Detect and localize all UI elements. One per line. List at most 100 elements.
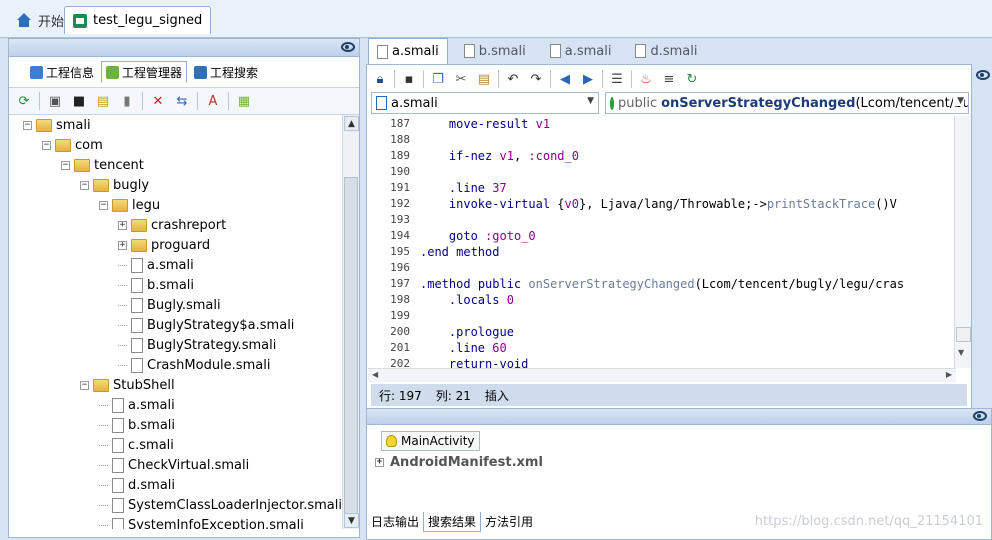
output-panel: MainActivity + AndroidManifest.xml 日志输出 … [366, 408, 992, 540]
collapse-icon[interactable]: − [42, 140, 51, 150]
collapse-icon[interactable]: − [23, 120, 32, 130]
tree-file[interactable]: BuglyStrategy$a.smali [118, 315, 294, 335]
tree-node-label: StubShell [113, 377, 175, 393]
expand-icon[interactable]: + [118, 220, 127, 230]
lock-icon[interactable]: 🔒︎ [371, 70, 389, 88]
tab-start[interactable]: 开始 [8, 6, 72, 34]
tree-file[interactable]: BuglyStrategy.smali [118, 335, 276, 355]
bookmark-icon[interactable]: ▮ [118, 92, 136, 110]
tree-folder[interactable]: + crashreport [118, 215, 226, 235]
copy-icon[interactable]: ❐ [429, 70, 447, 88]
tree-folder[interactable]: − legu [99, 195, 160, 215]
tree-file[interactable]: c.smali [99, 435, 174, 455]
tree-file[interactable]: b.smali [118, 275, 194, 295]
tree-file[interactable]: CheckVirtual.smali [99, 455, 249, 475]
editor-tab[interactable]: d.smali [627, 38, 705, 64]
tree-file[interactable]: SystemClassLoaderInjector.smali [99, 495, 341, 515]
tree-file[interactable]: SystemInfoException.smali [99, 515, 304, 529]
manifest-result[interactable]: + AndroidManifest.xml [375, 455, 543, 470]
file-select[interactable]: a.smali ▼ [371, 92, 599, 114]
tab-project-info[interactable]: 工程信息 [25, 61, 99, 83]
eye-icon [976, 70, 990, 80]
editor-tab[interactable]: a.smali [542, 38, 620, 64]
tree-folder[interactable]: − smali [23, 115, 91, 135]
convert-icon[interactable]: ↻ [683, 70, 701, 88]
android-build-icon[interactable]: ▦ [235, 92, 253, 110]
window-icon[interactable]: ■ [70, 92, 88, 110]
scroll-left-icon[interactable]: ◀ [372, 370, 378, 379]
redo-icon[interactable]: ↷ [527, 70, 545, 88]
open-folder-icon[interactable]: ▤ [94, 92, 112, 110]
scroll-thumb[interactable] [344, 177, 358, 527]
tree-folder[interactable]: − bugly [80, 175, 149, 195]
text-file-icon[interactable]: A [204, 92, 222, 110]
tree-file[interactable]: b.smali [99, 415, 175, 435]
code-line[interactable]: move-result v1 [420, 116, 550, 132]
refresh-icon[interactable]: ⟳ [15, 92, 33, 110]
code-view[interactable]: 187 move-result v1 188 189 if-nez v1, :con… [368, 116, 956, 368]
undo-icon[interactable]: ↶ [504, 70, 522, 88]
code-line[interactable]: .method public onServerStrategyChanged(L… [420, 276, 904, 292]
tree-folder[interactable]: − com [42, 135, 103, 155]
tree-scrollbar[interactable]: ▲ ▼ [342, 115, 359, 529]
scroll-up-icon[interactable]: ▲ [344, 116, 359, 131]
code-vertical-scrollbar[interactable]: ▼ [954, 116, 971, 368]
code-line[interactable]: .prologue [420, 324, 514, 340]
paste-icon[interactable]: ▤ [475, 70, 493, 88]
code-line[interactable]: if-nez v1, :cond_0 [420, 148, 579, 164]
java-icon[interactable]: ♨ [637, 70, 655, 88]
scroll-down-icon[interactable]: ▼ [958, 348, 964, 357]
save-icon[interactable]: ▪ [400, 70, 418, 88]
back-icon[interactable]: ◀ [556, 70, 574, 88]
editor-tab[interactable]: b.smali [456, 38, 534, 64]
code-line[interactable]: invoke-virtual {v0}, Ljava/lang/Throwabl… [420, 196, 897, 212]
editor-tab[interactable]: a.smali [368, 38, 448, 64]
tree-folder[interactable]: − tencent [61, 155, 144, 175]
list-icon[interactable]: ≡ [660, 70, 678, 88]
code-line[interactable]: .line 37 [420, 180, 507, 196]
editor-eye-button[interactable] [976, 70, 990, 80]
eye-icon[interactable] [341, 42, 355, 52]
scroll-down-icon[interactable]: ▼ [344, 513, 359, 528]
code-line[interactable]: goto :goto_0 [420, 228, 536, 244]
code-line[interactable]: return-void [420, 356, 528, 368]
tree-file[interactable]: d.smali [99, 475, 175, 495]
tree-folder[interactable]: − StubShell [80, 375, 175, 395]
tab-mainactivity[interactable]: MainActivity [381, 431, 480, 451]
tree-file[interactable]: Bugly.smali [118, 295, 221, 315]
method-icon [610, 96, 614, 110]
method-select[interactable]: public onServerStrategyChanged (Lcom/tenc… [605, 92, 969, 114]
code-line[interactable]: .line 60 [420, 340, 507, 356]
image-icon[interactable]: ▣ [46, 92, 64, 110]
tree-file[interactable]: CrashModule.smali [118, 355, 270, 375]
tab-project-manager[interactable]: 工程管理器 [101, 61, 188, 83]
code-line[interactable]: .end method [420, 244, 499, 260]
collapse-icon[interactable]: − [80, 380, 89, 390]
rename-icon[interactable]: ⇆ [173, 92, 191, 110]
tree-connector [118, 284, 127, 286]
collapse-icon[interactable]: − [99, 200, 108, 210]
expand-icon[interactable]: + [118, 240, 127, 250]
tab-project-search[interactable]: 工程搜索 [189, 61, 263, 83]
code-horizontal-scrollbar[interactable]: ◀ ▶ [368, 368, 956, 382]
format-icon[interactable]: ☰ [608, 70, 626, 88]
tab-search-results[interactable]: 搜索结果 [423, 512, 482, 532]
expand-icon[interactable]: + [375, 458, 384, 467]
delete-icon[interactable]: ✕ [149, 92, 167, 110]
eye-icon[interactable] [973, 411, 987, 421]
code-line[interactable]: .locals 0 [420, 292, 514, 308]
forward-icon[interactable]: ▶ [579, 70, 597, 88]
editor-status-bar: 行: 197 列: 21 插入 [371, 384, 967, 406]
scroll-thumb[interactable] [956, 327, 971, 342]
collapse-icon[interactable]: − [80, 180, 89, 190]
tab-method-references[interactable]: 方法引用 [481, 512, 537, 532]
cut-icon[interactable]: ✂ [452, 70, 470, 88]
tab-project[interactable]: test_legu_signed [64, 6, 212, 34]
tab-log-output[interactable]: 日志输出 [367, 512, 423, 532]
tree-folder[interactable]: + proguard [118, 235, 210, 255]
scroll-right-icon[interactable]: ▶ [946, 370, 952, 379]
tree-file[interactable]: a.smali [99, 395, 175, 415]
tree-file[interactable]: a.smali [118, 255, 194, 275]
collapse-icon[interactable]: − [61, 160, 70, 170]
editor-tab-label: b.smali [478, 43, 526, 59]
